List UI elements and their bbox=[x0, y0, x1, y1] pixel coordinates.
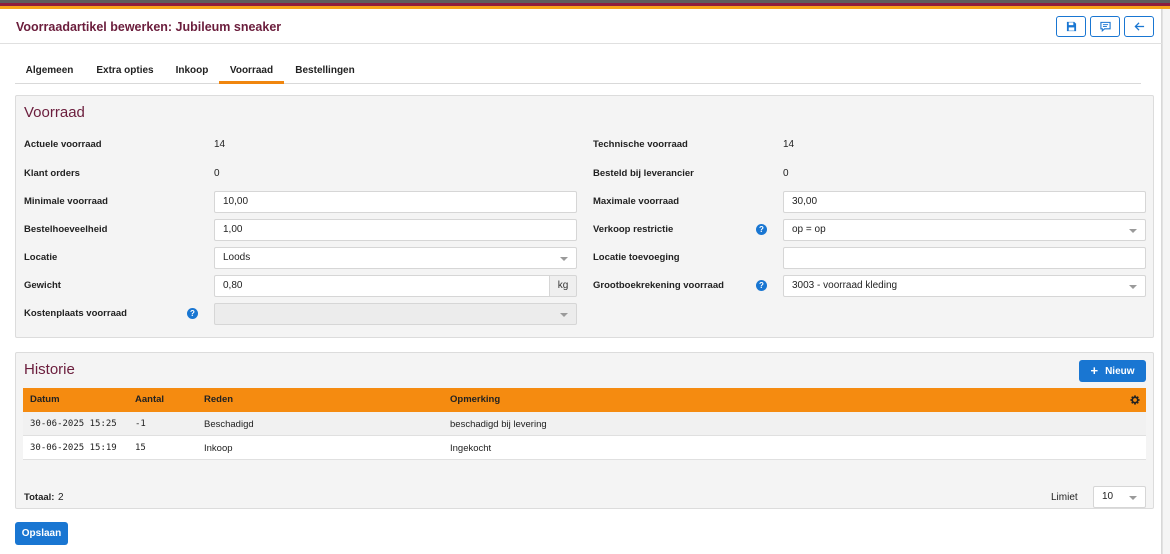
chevron-down-icon bbox=[1129, 285, 1137, 289]
chevron-down-icon bbox=[560, 257, 568, 261]
save-button[interactable] bbox=[1056, 16, 1086, 37]
save-icon bbox=[1066, 21, 1076, 32]
col-datum[interactable]: Datum bbox=[30, 394, 60, 405]
besteld-bij-leverancier-value: 0 bbox=[783, 168, 789, 179]
grootboekrekening-select[interactable]: 3003 - voorraad kleding bbox=[783, 275, 1146, 297]
gewicht-input[interactable]: 0,80 bbox=[214, 275, 550, 297]
voorraad-title: Voorraad bbox=[24, 104, 85, 121]
kostenplaats-select bbox=[214, 303, 577, 325]
opslaan-button[interactable]: Opslaan bbox=[15, 522, 68, 545]
historie-title: Historie bbox=[24, 361, 75, 378]
gear-icon[interactable] bbox=[1130, 395, 1140, 405]
tab-bar: Algemeen Extra opties Inkoop Voorraad Be… bbox=[15, 63, 1141, 84]
comment-button[interactable] bbox=[1090, 16, 1120, 37]
verkoop-restrictie-value: op = op bbox=[792, 224, 826, 235]
help-icon[interactable]: ? bbox=[756, 224, 767, 235]
totaal-label: Totaal: bbox=[24, 492, 55, 503]
minimale-voorraad-label: Minimale voorraad bbox=[24, 196, 108, 207]
historie-table: Datum Aantal Reden Opmerking 30-06-2025 … bbox=[23, 388, 1146, 460]
page-title: Voorraadartikel bewerken: Jubileum sneak… bbox=[16, 20, 282, 34]
limiet-label: Limiet bbox=[1051, 492, 1078, 503]
tab-extra-opties[interactable]: Extra opties bbox=[84, 63, 166, 84]
grootboekrekening-value: 3003 - voorraad kleding bbox=[792, 280, 898, 291]
brand-stripes bbox=[0, 0, 1170, 9]
table-row[interactable]: 30-06-2025 15:25 -1 Beschadigd beschadig… bbox=[23, 412, 1146, 436]
voorraad-panel: Voorraad Actuele voorraad 14 Klant order… bbox=[15, 95, 1154, 338]
besteld-bij-leverancier-label: Besteld bij leverancier bbox=[593, 168, 694, 179]
new-button[interactable]: + Nieuw bbox=[1079, 360, 1146, 382]
col-opmerking[interactable]: Opmerking bbox=[450, 394, 500, 405]
scrollbar[interactable] bbox=[1162, 9, 1170, 554]
table-row[interactable]: 30-06-2025 15:19 15 Inkoop Ingekocht bbox=[23, 436, 1146, 460]
klant-orders-label: Klant orders bbox=[24, 168, 80, 179]
help-icon[interactable]: ? bbox=[187, 308, 198, 319]
col-aantal[interactable]: Aantal bbox=[135, 394, 164, 405]
cell-datum: 30-06-2025 15:25 bbox=[30, 419, 117, 429]
chevron-down-icon bbox=[1129, 229, 1137, 233]
bestelhoeveelheid-input[interactable]: 1,00 bbox=[214, 219, 577, 241]
new-button-label: Nieuw bbox=[1105, 365, 1135, 377]
grootboekrekening-label: Grootboekrekening voorraad bbox=[593, 280, 724, 291]
help-icon[interactable]: ? bbox=[756, 280, 767, 291]
cell-datum: 30-06-2025 15:19 bbox=[30, 443, 117, 453]
col-reden[interactable]: Reden bbox=[204, 394, 233, 405]
bestelhoeveelheid-label: Bestelhoeveelheid bbox=[24, 224, 108, 235]
cell-reden: Inkoop bbox=[204, 443, 233, 454]
historie-panel: Historie + Nieuw Datum Aantal Reden Opme… bbox=[15, 352, 1154, 509]
plus-icon: + bbox=[1090, 363, 1099, 378]
minimale-voorraad-input[interactable]: 10,00 bbox=[214, 191, 577, 213]
cell-aantal: 15 bbox=[135, 443, 146, 453]
table-header: Datum Aantal Reden Opmerking bbox=[23, 388, 1146, 412]
tab-voorraad[interactable]: Voorraad bbox=[219, 63, 284, 84]
verkoop-restrictie-label: Verkoop restrictie bbox=[593, 224, 674, 235]
actuele-voorraad-value: 14 bbox=[214, 139, 226, 150]
verkoop-restrictie-select[interactable]: op = op bbox=[783, 219, 1146, 241]
tab-algemeen[interactable]: Algemeen bbox=[15, 63, 84, 84]
cell-opmerking: Ingekocht bbox=[450, 443, 492, 454]
back-button[interactable] bbox=[1124, 16, 1154, 37]
arrow-left-icon bbox=[1133, 22, 1144, 31]
maximale-voorraad-label: Maximale voorraad bbox=[593, 196, 680, 207]
gewicht-label: Gewicht bbox=[24, 280, 61, 291]
technische-voorraad-label: Technische voorraad bbox=[593, 139, 688, 150]
totaal-value: 2 bbox=[58, 492, 64, 503]
klant-orders-value: 0 bbox=[214, 168, 220, 179]
cell-reden: Beschadigd bbox=[204, 419, 254, 430]
cell-aantal: -1 bbox=[135, 419, 146, 429]
page-header: Voorraadartikel bewerken: Jubileum sneak… bbox=[0, 9, 1162, 44]
limiet-select[interactable]: 10 bbox=[1093, 486, 1146, 508]
locatie-select[interactable]: Loods bbox=[214, 247, 577, 269]
tab-bestellingen[interactable]: Bestellingen bbox=[286, 63, 364, 84]
main-window: Voorraadartikel bewerken: Jubileum sneak… bbox=[0, 9, 1162, 554]
kostenplaats-label: Kostenplaats voorraad bbox=[24, 308, 127, 319]
chevron-down-icon bbox=[560, 313, 568, 317]
cell-opmerking: beschadigd bij levering bbox=[450, 419, 547, 430]
tab-inkoop[interactable]: Inkoop bbox=[166, 63, 218, 84]
chevron-down-icon bbox=[1129, 496, 1137, 500]
locatie-toevoeging-label: Locatie toevoeging bbox=[593, 252, 680, 263]
locatie-select-value: Loods bbox=[223, 252, 251, 263]
locatie-label: Locatie bbox=[24, 252, 58, 263]
gewicht-unit: kg bbox=[550, 275, 577, 297]
comment-icon bbox=[1099, 21, 1111, 32]
actuele-voorraad-label: Actuele voorraad bbox=[24, 139, 102, 150]
technische-voorraad-value: 14 bbox=[783, 139, 795, 150]
maximale-voorraad-input[interactable]: 30,00 bbox=[783, 191, 1146, 213]
limiet-value: 10 bbox=[1102, 491, 1114, 502]
locatie-toevoeging-input[interactable] bbox=[783, 247, 1146, 269]
